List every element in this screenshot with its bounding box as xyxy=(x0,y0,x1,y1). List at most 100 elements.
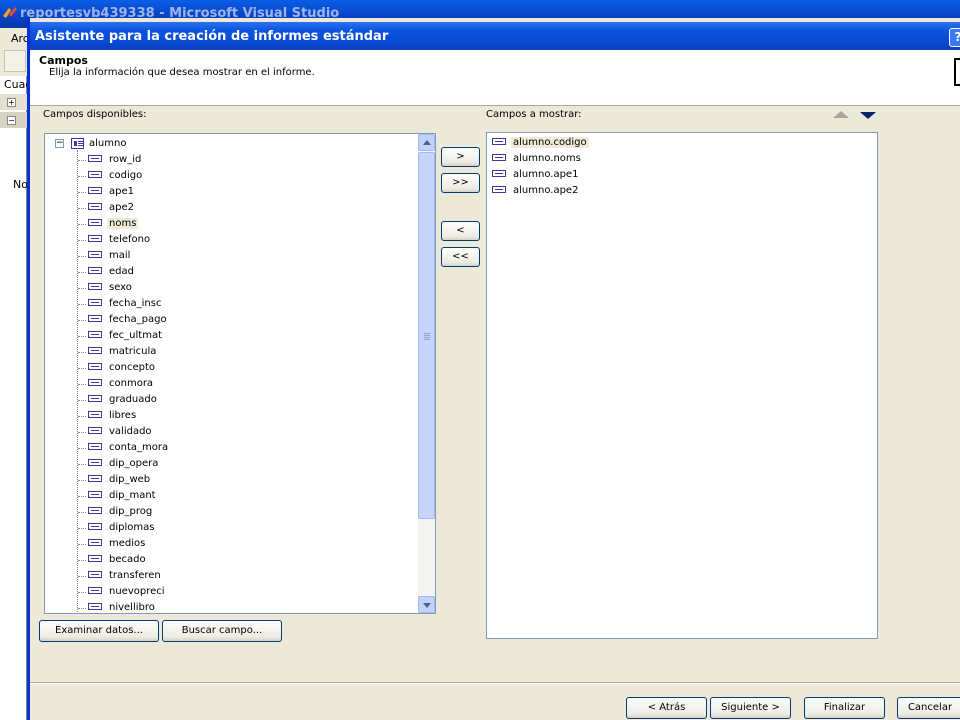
tree-connector xyxy=(78,272,86,273)
remove-all-fields-button[interactable]: << xyxy=(441,247,480,267)
field-icon xyxy=(88,442,102,450)
field-node[interactable]: mail xyxy=(88,248,132,264)
field-node[interactable]: dip_mant xyxy=(88,488,158,504)
field-node[interactable]: medios xyxy=(88,536,147,552)
tree-connector xyxy=(78,240,86,241)
collapse-icon[interactable]: − xyxy=(7,116,16,125)
vs-background-panel: Arc Cuad + − No xyxy=(0,28,32,720)
vs-pane-text: No xyxy=(13,178,28,191)
tree-connector xyxy=(78,592,86,593)
field-icon xyxy=(88,490,102,498)
add-field-button[interactable]: > xyxy=(441,147,480,167)
field-icon xyxy=(88,250,102,258)
vs-toolbar-button[interactable] xyxy=(4,50,26,72)
browse-data-button[interactable]: Examinar datos... xyxy=(39,620,159,642)
field-node[interactable]: fec_ultmat xyxy=(88,328,164,344)
vs-pane-row[interactable]: + xyxy=(0,94,27,110)
field-node[interactable]: dip_prog xyxy=(88,504,154,520)
field-label: ape2 xyxy=(109,202,134,213)
display-field-label: alumno.ape1 xyxy=(513,169,579,180)
tree-connector xyxy=(78,304,86,305)
field-node[interactable]: nuevopreci xyxy=(88,584,167,600)
field-node[interactable]: edad xyxy=(88,264,136,280)
field-label: dip_opera xyxy=(109,458,159,469)
tree-connector xyxy=(78,416,86,417)
field-icon xyxy=(88,266,102,274)
vs-side-pane: Cuad + − No xyxy=(0,76,32,720)
field-node[interactable]: telefono xyxy=(88,232,152,248)
field-node[interactable]: nivellibro xyxy=(88,600,157,613)
cancel-button[interactable]: Cancelar xyxy=(897,697,960,719)
field-icon xyxy=(492,153,506,161)
expand-icon[interactable]: + xyxy=(7,98,16,107)
field-icon xyxy=(88,154,102,162)
field-label: transferen xyxy=(109,570,161,581)
field-label: becado xyxy=(109,554,146,565)
field-label: ape1 xyxy=(109,186,134,197)
move-up-icon[interactable] xyxy=(833,111,849,118)
field-node[interactable]: concepto xyxy=(88,360,157,376)
collapse-icon[interactable]: − xyxy=(55,139,64,148)
field-node[interactable]: sexo xyxy=(88,280,134,296)
field-icon xyxy=(88,234,102,242)
field-node[interactable]: ape2 xyxy=(88,200,136,216)
field-label: dip_mant xyxy=(109,490,156,501)
back-button[interactable]: < Atrás xyxy=(626,697,707,719)
vs-pane-row[interactable]: − xyxy=(0,112,27,128)
field-icon xyxy=(88,458,102,466)
scroll-thumb[interactable] xyxy=(418,152,435,519)
help-button[interactable]: ? xyxy=(949,28,960,47)
tree-connector xyxy=(78,464,86,465)
tree-connector xyxy=(78,352,86,353)
field-label: matricula xyxy=(109,346,157,357)
field-node[interactable]: row_id xyxy=(88,152,143,168)
move-down-icon[interactable] xyxy=(860,112,876,119)
field-node[interactable]: matricula xyxy=(88,344,158,360)
table-icon xyxy=(71,138,84,149)
field-icon xyxy=(88,586,102,594)
header-graphic xyxy=(954,58,960,86)
field-node[interactable]: validado xyxy=(88,424,154,440)
field-node[interactable]: becado xyxy=(88,552,148,568)
field-node[interactable]: dip_opera xyxy=(88,456,160,472)
scroll-down-button[interactable] xyxy=(418,596,435,613)
field-icon xyxy=(88,346,102,354)
tree-connector xyxy=(78,320,86,321)
field-node[interactable]: libres xyxy=(88,408,138,424)
display-field-item[interactable]: alumno.ape2 xyxy=(492,183,580,199)
find-field-button[interactable]: Buscar campo... xyxy=(162,620,282,642)
field-node[interactable]: fecha_insc xyxy=(88,296,163,312)
field-label: nivellibro xyxy=(109,602,155,613)
available-fields-tree[interactable]: − alumno row_id codigo ape1 ape2 noms telefono m… xyxy=(44,133,436,614)
field-node[interactable]: dip_web xyxy=(88,472,152,488)
finish-button[interactable]: Finalizar xyxy=(804,697,885,719)
tree-root-node[interactable]: alumno xyxy=(87,136,128,152)
display-field-item[interactable]: alumno.codigo xyxy=(492,135,589,151)
field-node[interactable]: diplomas xyxy=(88,520,156,536)
remove-field-button[interactable]: < xyxy=(441,221,480,241)
available-fields-label: Campos disponibles: xyxy=(43,109,147,120)
vertical-scrollbar[interactable] xyxy=(418,134,435,613)
tree-connector xyxy=(78,176,86,177)
field-node[interactable]: noms xyxy=(88,216,139,232)
tree-connector xyxy=(78,576,86,577)
field-node[interactable]: codigo xyxy=(88,168,144,184)
field-node[interactable]: transferen xyxy=(88,568,163,584)
field-node[interactable]: conta_mora xyxy=(88,440,170,456)
tree-connector xyxy=(78,496,86,497)
field-icon xyxy=(492,169,506,177)
scroll-up-button[interactable] xyxy=(418,134,435,151)
arrow-up-icon xyxy=(423,140,431,145)
field-node[interactable]: graduado xyxy=(88,392,159,408)
tree-connector xyxy=(78,192,86,193)
display-field-item[interactable]: alumno.ape1 xyxy=(492,167,580,183)
next-button[interactable]: Siguiente > xyxy=(710,697,791,719)
field-node[interactable]: conmora xyxy=(88,376,155,392)
display-fields-list[interactable]: alumno.codigo alumno.noms alumno.ape1 alumn… xyxy=(486,132,878,639)
field-node[interactable]: fecha_pago xyxy=(88,312,169,328)
display-field-item[interactable]: alumno.noms xyxy=(492,151,583,167)
tree-connector xyxy=(78,432,86,433)
field-node[interactable]: ape1 xyxy=(88,184,136,200)
field-label: fec_ultmat xyxy=(109,330,162,341)
add-all-fields-button[interactable]: >> xyxy=(441,173,480,193)
